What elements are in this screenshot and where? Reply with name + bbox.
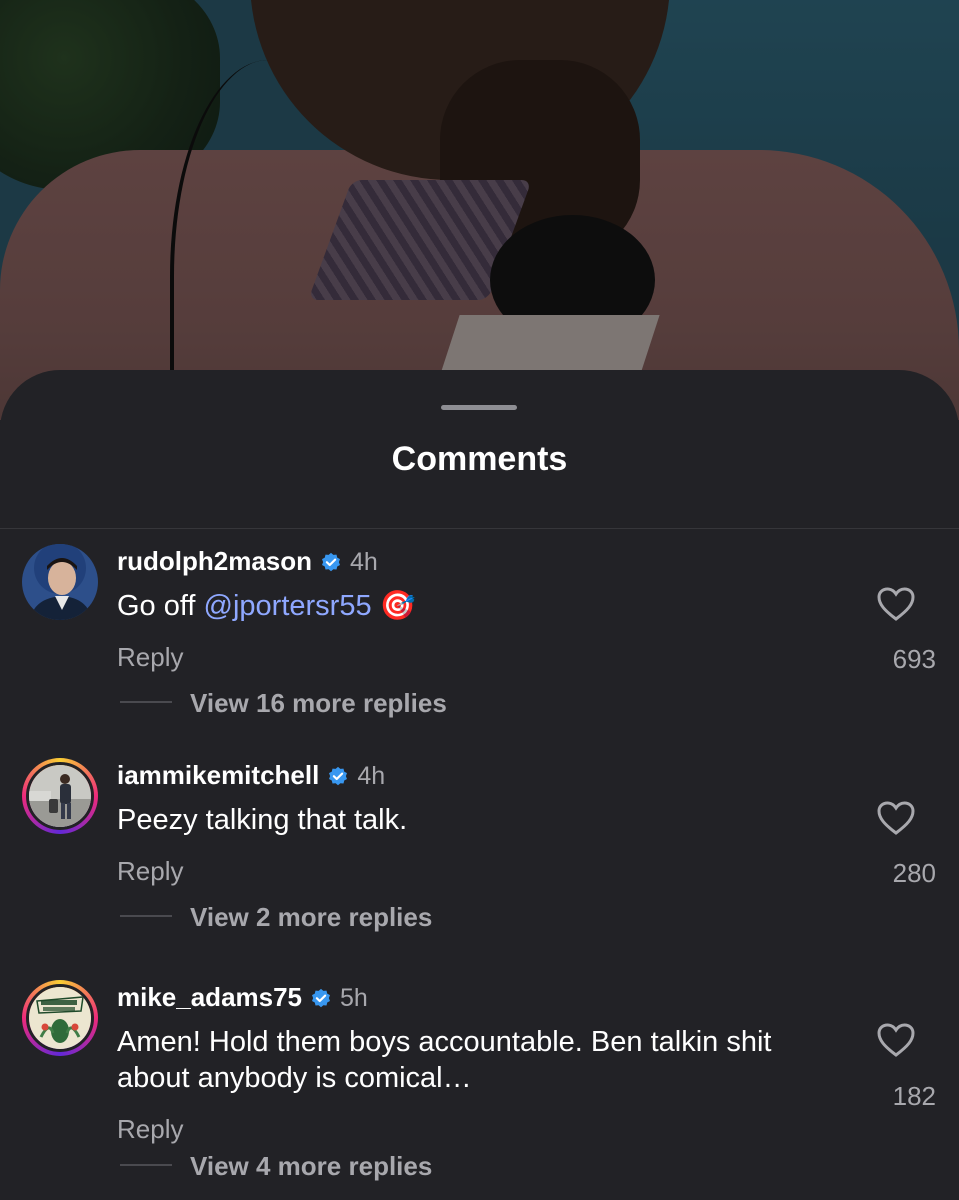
comment-username[interactable]: mike_adams75 5h: [117, 982, 368, 1013]
header-divider: [0, 528, 959, 529]
mention-link[interactable]: @jportersr55: [204, 590, 372, 622]
comments-sheet: Comments rudolph2mason 4h Go off @jporter…: [0, 370, 959, 1200]
like-count: 182: [892, 1081, 936, 1111]
comment-text-prefix: Go off: [117, 590, 204, 622]
reply-button[interactable]: Reply: [117, 856, 183, 887]
bullseye-emoji: 🎯: [379, 590, 416, 622]
username-text[interactable]: rudolph2mason: [117, 546, 312, 576]
avatar-image: [22, 544, 98, 620]
comment-time: 4h: [357, 762, 386, 790]
sheet-title: Comments: [391, 440, 568, 478]
view-replies-button[interactable]: View 2 more replies: [190, 902, 432, 933]
avatar[interactable]: [22, 758, 98, 834]
like-count: 280: [892, 858, 936, 888]
verified-badge-icon: [329, 767, 348, 786]
view-replies-button[interactable]: View 4 more replies: [190, 1151, 432, 1182]
avatar-image: [26, 984, 94, 1052]
avatar[interactable]: [22, 544, 98, 620]
comment-time: 4h: [350, 548, 378, 576]
verified-badge-icon: [322, 553, 340, 572]
username-text[interactable]: iammikemitchell: [117, 760, 319, 790]
reply-button[interactable]: Reply: [117, 642, 183, 673]
heart-icon[interactable]: [876, 1022, 916, 1058]
sheet-grabber-handle[interactable]: [441, 405, 517, 410]
heart-icon[interactable]: [876, 800, 916, 836]
heart-icon[interactable]: [876, 586, 916, 622]
view-replies-button[interactable]: View 16 more replies: [190, 688, 447, 719]
replies-divider-line: [120, 701, 172, 703]
like-count: 693: [892, 644, 936, 674]
avatar-image: [26, 762, 94, 830]
comment-text: Peezy talking that talk.: [117, 804, 408, 836]
replies-divider-line: [120, 915, 172, 917]
dim-overlay: [0, 0, 959, 420]
comment-username[interactable]: rudolph2mason 4h: [117, 546, 378, 577]
comment-text: Go off @jportersr55 🎯: [117, 588, 837, 624]
avatar[interactable]: [22, 980, 98, 1056]
replies-divider-line: [120, 1164, 172, 1166]
comment-time: 5h: [340, 984, 368, 1012]
reply-button[interactable]: Reply: [117, 1114, 183, 1145]
username-text[interactable]: mike_adams75: [117, 982, 302, 1012]
comment-text: Amen! Hold them boys accountable. Ben ta…: [117, 1026, 772, 1094]
comment-username[interactable]: iammikemitchell 4h: [117, 760, 385, 791]
video-background: [0, 0, 959, 420]
verified-badge-icon: [312, 989, 331, 1008]
